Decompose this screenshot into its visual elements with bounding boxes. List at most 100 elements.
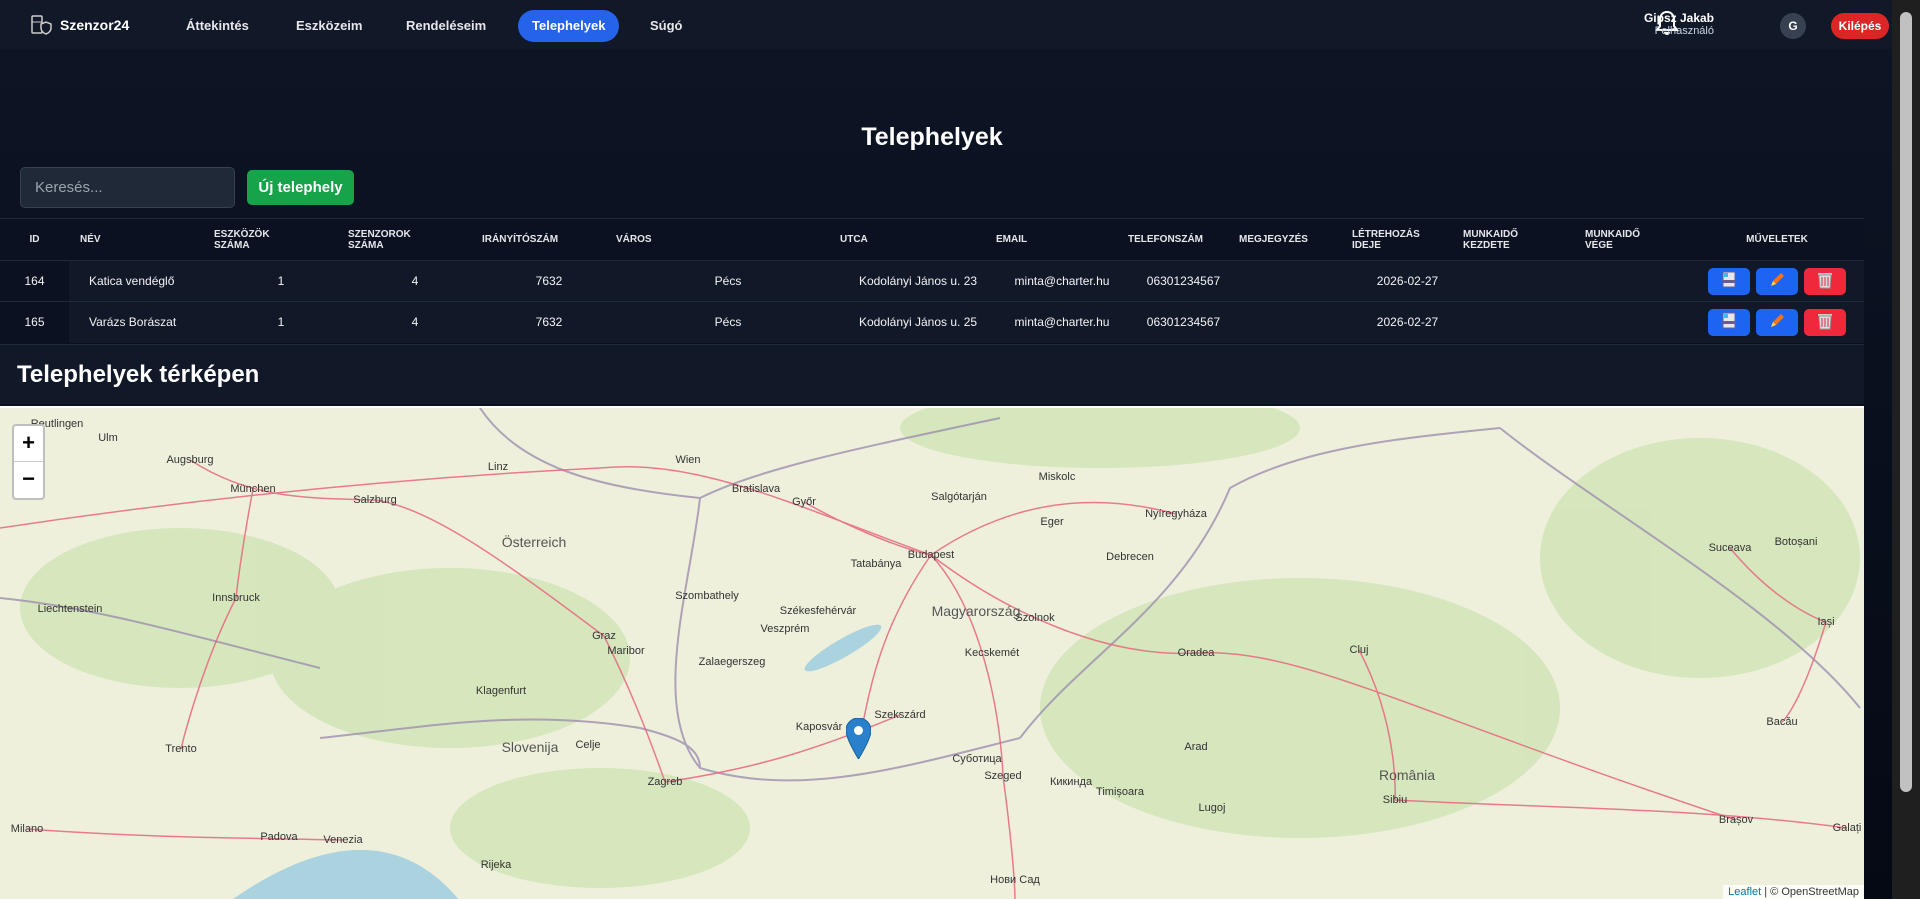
edit-button[interactable] (1756, 267, 1798, 295)
map-label: Maribor (607, 645, 645, 657)
trash-icon (1818, 272, 1832, 288)
col-work-start: MUNKAIDŐ KEZDETE (1463, 219, 1585, 261)
map-label: Trento (165, 743, 197, 755)
map-label: Milano (10, 823, 44, 835)
map-label: Österreich (501, 534, 567, 550)
cell-actions (1690, 301, 1864, 343)
map-label: Iași (1817, 616, 1835, 628)
cell-devices: 1 (214, 301, 348, 343)
map-label: Győr (792, 496, 816, 508)
cell-id: 164 (0, 260, 69, 302)
cell-sensors: 4 (348, 260, 482, 302)
page-scrollbar[interactable] (1892, 0, 1920, 899)
map-label: Suceava (1708, 542, 1752, 554)
brand-name: Szenzor24 (60, 16, 130, 33)
nav-attekintes[interactable]: Áttekintés (172, 10, 263, 42)
map-label: Суботица (952, 753, 1002, 765)
map-label: Venezia (323, 834, 363, 846)
map-label: Oradea (1177, 647, 1215, 659)
map-label: Liechtenstein (37, 603, 103, 615)
cell-name: Katica vendéglő (69, 260, 214, 302)
map-label: Augsburg (166, 454, 214, 466)
cell-email: minta@charter.hu (996, 301, 1128, 343)
map-label: Miskolc (1038, 471, 1076, 483)
delete-button[interactable] (1804, 267, 1846, 295)
map-attribution: Leaflet | © OpenStreetMap (1723, 885, 1864, 899)
map-label: Galați (1832, 822, 1862, 834)
cell-name: Varázs Borászat (69, 301, 214, 343)
delete-button[interactable] (1804, 308, 1846, 336)
leaflet-link[interactable]: Leaflet (1728, 886, 1761, 898)
col-name: NÉV (80, 234, 101, 245)
cell-work-start (1463, 260, 1585, 302)
cell-street: Kodolányi János u. 25 (840, 301, 996, 343)
map-label: România (1378, 767, 1436, 783)
logout-button[interactable]: Kilépés (1831, 13, 1889, 39)
map-label: Cluj (1349, 644, 1369, 656)
col-actions: MŰVELETEK (1746, 234, 1808, 245)
map-label: Veszprém (760, 623, 810, 635)
col-id: ID (29, 234, 40, 245)
map-label: Кикинда (1049, 776, 1093, 788)
map-label: Szombathely (675, 590, 739, 602)
cell-actions (1690, 260, 1864, 302)
search-input[interactable] (20, 167, 235, 208)
map-label: Graz (592, 630, 616, 642)
col-work-end: MUNKAIDŐ VÉGE (1585, 219, 1690, 261)
top-navbar: Szenzor24 Áttekintés Eszközeim Rendelése… (0, 0, 1892, 49)
nav-sugo[interactable]: Súgó (636, 10, 697, 42)
new-site-button[interactable]: Új telephely (247, 170, 354, 205)
map-label: Arad (1184, 741, 1208, 753)
map-label: Salgótarján (931, 491, 987, 503)
map-label: Нови Сад (990, 874, 1040, 886)
avatar[interactable]: G (1780, 13, 1806, 39)
edit-button[interactable] (1756, 308, 1798, 336)
map-label: München (230, 483, 276, 495)
map-label: Timișoara (1096, 786, 1144, 798)
map-label: Nyíregyháza (1145, 508, 1207, 520)
col-zip: IRÁNYÍTÓSZÁM (482, 234, 559, 245)
map-label: Celje (575, 739, 601, 751)
document-icon (1722, 271, 1736, 287)
nav-telephelyek[interactable]: Telephelyek (518, 10, 620, 42)
col-email: EMAIL (996, 234, 1028, 245)
details-button[interactable] (1708, 308, 1750, 336)
col-sensors-label: SZENZOROK SZÁMA (348, 228, 411, 251)
map-label: Debrecen (1106, 551, 1154, 563)
zoom-in-button[interactable]: + (14, 426, 43, 462)
map-label: Linz (487, 461, 509, 473)
map-label: Wien (675, 454, 701, 466)
main-content: Telephelyek Új telephely ID NÉV ESZKÖZÖK… (0, 49, 1892, 899)
scrollbar-thumb[interactable] (1900, 12, 1912, 792)
cell-work-end (1585, 260, 1690, 302)
map-tiles (0, 408, 1861, 899)
trash-icon (1818, 313, 1832, 330)
map-label: Bacău (1766, 716, 1798, 728)
user-name: Gipsz Jakab (1643, 11, 1714, 25)
fridge-shield-icon (31, 14, 52, 35)
map-label: Magyarország (931, 603, 1021, 619)
map-marker-icon[interactable] (846, 718, 871, 759)
map-label: Rijeka (480, 859, 512, 871)
osm-attribution[interactable]: | © OpenStreetMap (1764, 886, 1859, 898)
map-label: Padova (260, 831, 298, 843)
pencil-icon (1771, 272, 1784, 286)
zoom-out-button[interactable]: − (14, 462, 43, 498)
sites-map[interactable]: Reutlingen Ulm Augsburg München Linz Wien Brat… (0, 406, 1864, 899)
map-label: Bratislava (731, 483, 781, 495)
user-info[interactable]: Gipsz Jakab Felhasználó (1644, 12, 1714, 38)
table-header-row: ID NÉV ESZKÖZÖK SZÁMA SZENZOROK SZÁMA IR… (0, 218, 1864, 261)
col-city: VÁROS (616, 234, 652, 245)
map-label: Szekszárd (874, 709, 926, 721)
nav-eszkozeim[interactable]: Eszközeim (282, 10, 376, 42)
cell-zip: 7632 (482, 301, 616, 343)
pencil-icon (1771, 313, 1784, 327)
col-sensors: SZENZOROK SZÁMA (348, 219, 482, 261)
map-label: Innsbruck (212, 592, 260, 604)
map-label: Kaposvár (795, 721, 843, 733)
details-button[interactable] (1708, 267, 1750, 295)
map-label: Szeged (984, 770, 1022, 782)
nav-rendeleseim[interactable]: Rendeléseim (392, 10, 500, 42)
cell-street: Kodolányi János u. 23 (840, 260, 996, 302)
brand-logo[interactable]: Szenzor24 (30, 14, 129, 36)
